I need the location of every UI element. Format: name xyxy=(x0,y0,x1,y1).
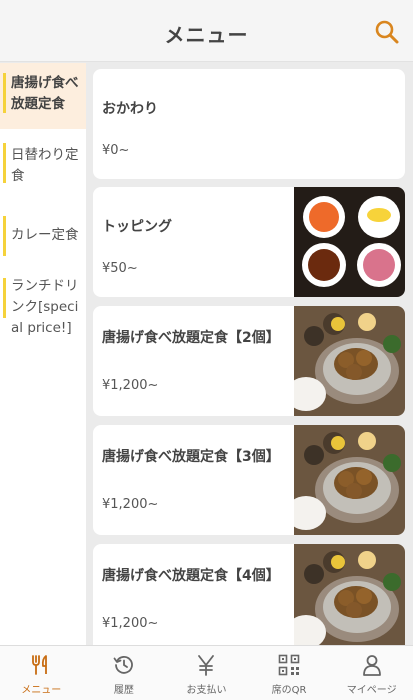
nav-seat-qr[interactable]: 席のQR xyxy=(248,646,331,700)
yen-icon xyxy=(198,655,215,676)
karaage-photo xyxy=(294,425,405,535)
sidebar-item-label: 日替わり定食 xyxy=(11,147,79,184)
nav-menu[interactable]: メニュー xyxy=(0,646,83,700)
category-sidebar: 唐揚げ食べ放題定食 日替わり定食 カレー定食 ランチドリンク[special p… xyxy=(0,63,86,645)
menu-item-name: 唐揚げ食べ放題定食【3個】 xyxy=(102,449,280,465)
menu-item-price: ¥1,200~ xyxy=(102,378,159,393)
sidebar-item-label: ランチドリンク[special price!] xyxy=(11,278,79,336)
search-icon xyxy=(375,20,399,44)
menu-card-karaage-4[interactable]: 唐揚げ食べ放題定食【4個】 ¥1,200~ xyxy=(93,544,405,654)
menu-item-price: ¥1,200~ xyxy=(102,497,159,512)
menu-item-price: ¥1,200~ xyxy=(102,616,159,631)
menu-item-name: 唐揚げ食べ放題定食【4個】 xyxy=(102,568,280,584)
user-icon xyxy=(362,655,381,676)
menu-item-name: トッピング xyxy=(102,219,172,235)
qr-code-icon xyxy=(278,654,300,676)
menu-card-okawari[interactable]: おかわり ¥0~ xyxy=(93,69,405,179)
menu-card-karaage-2[interactable]: 唐揚げ食べ放題定食【2個】 ¥1,200~ xyxy=(93,306,405,416)
nav-history[interactable]: 履歴 xyxy=(83,646,166,700)
karaage-photo xyxy=(294,306,405,416)
menu-item-name: 唐揚げ食べ放題定食【2個】 xyxy=(102,330,280,346)
menu-card-karaage-3[interactable]: 唐揚げ食べ放題定食【3個】 ¥1,200~ xyxy=(93,425,405,535)
menu-item-price: ¥50~ xyxy=(102,261,138,276)
nav-label: メニュー xyxy=(21,685,62,696)
menu-item-price: ¥0~ xyxy=(102,143,130,158)
sidebar-item-curry[interactable]: カレー定食 xyxy=(0,206,86,266)
nav-label: お支払い xyxy=(186,685,227,696)
karaage-photo xyxy=(294,544,405,654)
sidebar-item-daily[interactable]: 日替わり定食 xyxy=(0,129,86,206)
sidebar-item-lunch-drink[interactable]: ランチドリンク[special price!] xyxy=(0,266,86,346)
sidebar-item-label: カレー定食 xyxy=(11,227,79,243)
search-button[interactable] xyxy=(373,18,401,46)
nav-mypage[interactable]: マイページ xyxy=(330,646,413,700)
topping-photo xyxy=(294,187,405,297)
bottom-nav: メニュー 履歴 お支払い 席のQR マイページ xyxy=(0,645,413,700)
app-header: メニュー xyxy=(0,0,413,62)
menu-item-name: おかわり xyxy=(102,101,158,117)
menu-card-topping[interactable]: トッピング ¥50~ xyxy=(93,187,405,297)
sidebar-item-label: 唐揚げ食べ放題定食 xyxy=(11,75,79,112)
nav-label: 席のQR xyxy=(271,685,307,696)
sidebar-item-karaage[interactable]: 唐揚げ食べ放題定食 xyxy=(0,63,86,129)
nav-label: マイページ xyxy=(346,685,397,696)
nav-label: 履歴 xyxy=(113,685,134,696)
page-title: メニュー xyxy=(164,23,249,47)
nav-payment[interactable]: お支払い xyxy=(165,646,248,700)
history-icon xyxy=(113,656,133,674)
fork-knife-icon xyxy=(32,655,48,675)
